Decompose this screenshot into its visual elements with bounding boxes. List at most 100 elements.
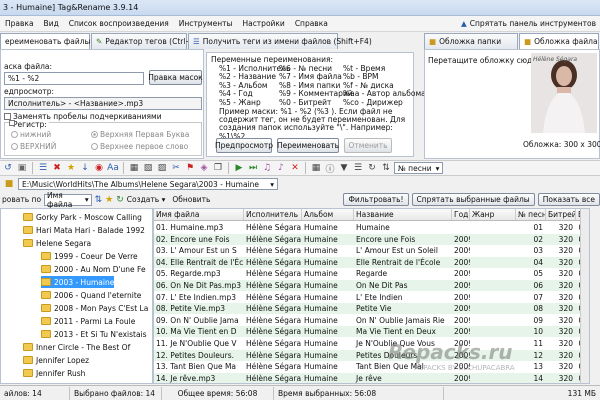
mask-input[interactable]: %1 - %2 bbox=[4, 72, 144, 85]
cell-title: Petite Vie bbox=[356, 304, 392, 314]
case-icon[interactable]: Aa bbox=[107, 162, 119, 174]
play-icon[interactable]: ▶ bbox=[233, 162, 245, 174]
menu-help[interactable]: Справка bbox=[290, 19, 333, 28]
back-icon[interactable]: ↺ bbox=[2, 162, 14, 174]
case-title-radio[interactable]: Верхняя Первая Буква bbox=[91, 130, 189, 139]
table-row[interactable]: 10. Ma Vie Tient en D Hélène Ségara Humain… bbox=[154, 326, 589, 338]
scissors-icon[interactable]: ✂ bbox=[170, 162, 182, 174]
playlist-add-icon[interactable]: ♫ bbox=[261, 162, 273, 174]
case-checkbox[interactable] bbox=[9, 120, 15, 126]
cover-image[interactable] bbox=[531, 53, 597, 133]
table-row[interactable]: 12. Petites Douleurs. Hélène Ségara Humain… bbox=[154, 349, 589, 361]
star-icon[interactable]: ★ bbox=[65, 162, 77, 174]
menu-playlist[interactable]: Список воспроизведения bbox=[64, 19, 174, 28]
refresh-tree-button[interactable]: Обновить bbox=[172, 195, 210, 204]
stop-icon[interactable]: ✕ bbox=[289, 162, 301, 174]
tree-node[interactable]: Gorky Park - Moscow Calling bbox=[23, 211, 142, 223]
hide-selected-button[interactable]: Спрятать выбранные файлы bbox=[411, 193, 535, 206]
col-artist[interactable]: Исполнитель bbox=[244, 209, 302, 220]
table-row[interactable]: 05. Regarde.mp3 Hélène Ségara Humaine Regar… bbox=[154, 268, 589, 279]
image-icon[interactable]: ▦ bbox=[128, 162, 140, 174]
tab-rename-files[interactable]: ереименовать файлы (F4) bbox=[0, 33, 108, 49]
tag-icon[interactable]: ◈ bbox=[198, 162, 210, 174]
tab-folder-cover[interactable]: ■ Обложка папки bbox=[424, 33, 518, 49]
table-row[interactable]: 04. Elle Rentrait de l'Éc Hélène Ségara Hu… bbox=[154, 256, 589, 268]
case-upper-radio[interactable]: ВЕРХНИЙ bbox=[11, 142, 56, 151]
arrow-down-icon[interactable]: ↓ bbox=[79, 162, 91, 174]
table-row[interactable]: 09. On N' Oublie Jama Hélène Ségara Humain… bbox=[154, 315, 589, 326]
track-number-select[interactable]: № песни ▾ bbox=[394, 162, 444, 174]
table-row[interactable]: 06. On Ne Dit Pas.mp3 Hélène Ségara Humain… bbox=[154, 280, 589, 291]
table-row[interactable]: 01. Humaine.mp3 Hélène Ségara Humaine Humai… bbox=[154, 222, 589, 233]
tree-node[interactable]: 2011 - Parmi La Foule bbox=[41, 315, 135, 327]
play-list-icon[interactable]: ☰ bbox=[37, 162, 49, 174]
cell-track: 01 bbox=[533, 223, 543, 232]
tree-node[interactable]: 2008 - Mon Pays C'Est La bbox=[41, 302, 148, 314]
tab-file-cover[interactable]: ■ Обложка файла bbox=[519, 33, 599, 49]
save-icon[interactable]: ▧ bbox=[142, 162, 154, 174]
table-row[interactable]: 13. Tant Bien Que Ma Hélène Ségara Humaine… bbox=[154, 361, 589, 372]
menu-tools[interactable]: Инструменты bbox=[174, 19, 238, 28]
col-title[interactable]: Название bbox=[354, 209, 452, 220]
tree-node[interactable]: Jennifer Rush bbox=[23, 367, 85, 379]
tree-node[interactable]: 2003 - Humaine bbox=[41, 276, 115, 288]
col-year[interactable]: Год bbox=[452, 209, 470, 220]
tree-node[interactable]: 2006 - Quand l'eternite bbox=[41, 289, 141, 301]
col-genre[interactable]: Жанр bbox=[470, 209, 516, 220]
flag-icon[interactable]: ⚑ bbox=[184, 162, 196, 174]
tab-get-tags[interactable]: ☰ Получить теги из имени файлов (Shift+F… bbox=[188, 33, 372, 49]
table-row[interactable]: 11. Je N'Oublie Que V Hélène Ségara Humain… bbox=[154, 338, 589, 349]
list-icon[interactable]: ☰ bbox=[352, 162, 364, 174]
rename-button[interactable]: Переименовать bbox=[277, 138, 339, 153]
menu-edit[interactable]: Правка bbox=[0, 19, 39, 28]
tab-tag-editor[interactable]: ✎ Редактор тегов (Ctrl+F4) bbox=[91, 33, 204, 49]
cell-artist: Hélène Ségara bbox=[246, 269, 302, 279]
export-icon[interactable]: ▨ bbox=[156, 162, 168, 174]
table-row[interactable]: 02. Encore une Fois Hélène Ségara Humaine E… bbox=[154, 233, 589, 245]
tree-node[interactable]: 2000 - Au Nom D'une Fe bbox=[41, 263, 146, 275]
refresh-icon[interactable]: ↻ bbox=[366, 162, 378, 174]
favorite-icon[interactable]: ★ bbox=[105, 194, 113, 206]
hide-toolbar-button[interactable]: ▲ Спрятать панель инструментов bbox=[461, 19, 600, 28]
playlist-remove-icon[interactable]: ♪ bbox=[275, 162, 287, 174]
preview-button[interactable]: Предпросмотр bbox=[215, 138, 273, 153]
tree-node[interactable]: 1999 - Coeur De Verre bbox=[41, 250, 138, 262]
col-filename[interactable]: Имя файла bbox=[154, 209, 244, 220]
grid-icon[interactable]: ▦ bbox=[310, 162, 322, 174]
tree-node[interactable]: Inner Circle - The Best Of bbox=[23, 341, 130, 353]
cancel-button[interactable]: Отменить bbox=[344, 138, 392, 153]
col-track[interactable]: № песни bbox=[516, 209, 546, 220]
refresh-icon[interactable]: ↻ bbox=[116, 194, 124, 206]
sort-select[interactable]: Имя файла ▾ bbox=[44, 191, 92, 209]
filter-icon[interactable]: ▼ bbox=[338, 162, 350, 174]
info-icon[interactable]: ⓘ bbox=[324, 162, 336, 175]
table-row[interactable]: 07. L' Ete Indien.mp3 Hélène Ségara Humain… bbox=[154, 292, 589, 303]
tree-node[interactable]: Hari Mata Hari - Balade 1992 bbox=[23, 224, 145, 236]
disk-icon[interactable]: ▣ bbox=[16, 162, 28, 174]
copy-icon[interactable]: ❐ bbox=[212, 162, 224, 174]
filter-button[interactable]: Фильтровать! bbox=[343, 193, 409, 206]
case-sentence-radio[interactable]: Верхнее первое слово bbox=[91, 142, 188, 151]
tree-node[interactable]: Jennifer Lopez bbox=[23, 354, 89, 366]
menu-settings[interactable]: Настройки bbox=[237, 19, 289, 28]
menu-view[interactable]: Вид bbox=[39, 19, 64, 28]
tree-node[interactable]: Helene Segara bbox=[23, 237, 91, 249]
tree-node[interactable]: 2013 - Et Si Tu N'existais bbox=[41, 328, 147, 340]
table-row[interactable]: 03. L' Amour Est un S Hélène Ségara Humain… bbox=[154, 245, 589, 256]
show-all-button[interactable]: Показать все bbox=[537, 193, 600, 206]
sort-icon[interactable]: ⇅ bbox=[380, 162, 392, 174]
col-bitrate[interactable]: Битрейт bbox=[546, 209, 576, 220]
next-icon[interactable]: ⏭ bbox=[247, 162, 259, 174]
vertical-scrollbar[interactable] bbox=[580, 209, 589, 383]
clear-icon[interactable]: ✖ bbox=[51, 162, 63, 174]
case-lower-radio[interactable]: нижний bbox=[11, 130, 51, 139]
sort-up-icon[interactable]: ⇅ bbox=[95, 194, 103, 206]
table-row[interactable]: 14. Je rêve.mp3 Hélène Ségara Humaine Je rê… bbox=[154, 372, 589, 383]
path-combobox[interactable]: E:\Music\WorldHits\The Albums\Helene Seg… bbox=[18, 178, 278, 190]
lock-icon[interactable]: ◉ bbox=[93, 162, 105, 174]
create-button[interactable]: Создать ▾ bbox=[127, 195, 166, 204]
cell-bitrate: 320 bbox=[558, 223, 573, 232]
col-album[interactable]: Альбом bbox=[302, 209, 354, 220]
edit-masks-button[interactable]: Правка масок bbox=[148, 70, 203, 85]
table-row[interactable]: 08. Petite Vie.mp3 Hélène Ségara Humaine Pe… bbox=[154, 303, 589, 315]
